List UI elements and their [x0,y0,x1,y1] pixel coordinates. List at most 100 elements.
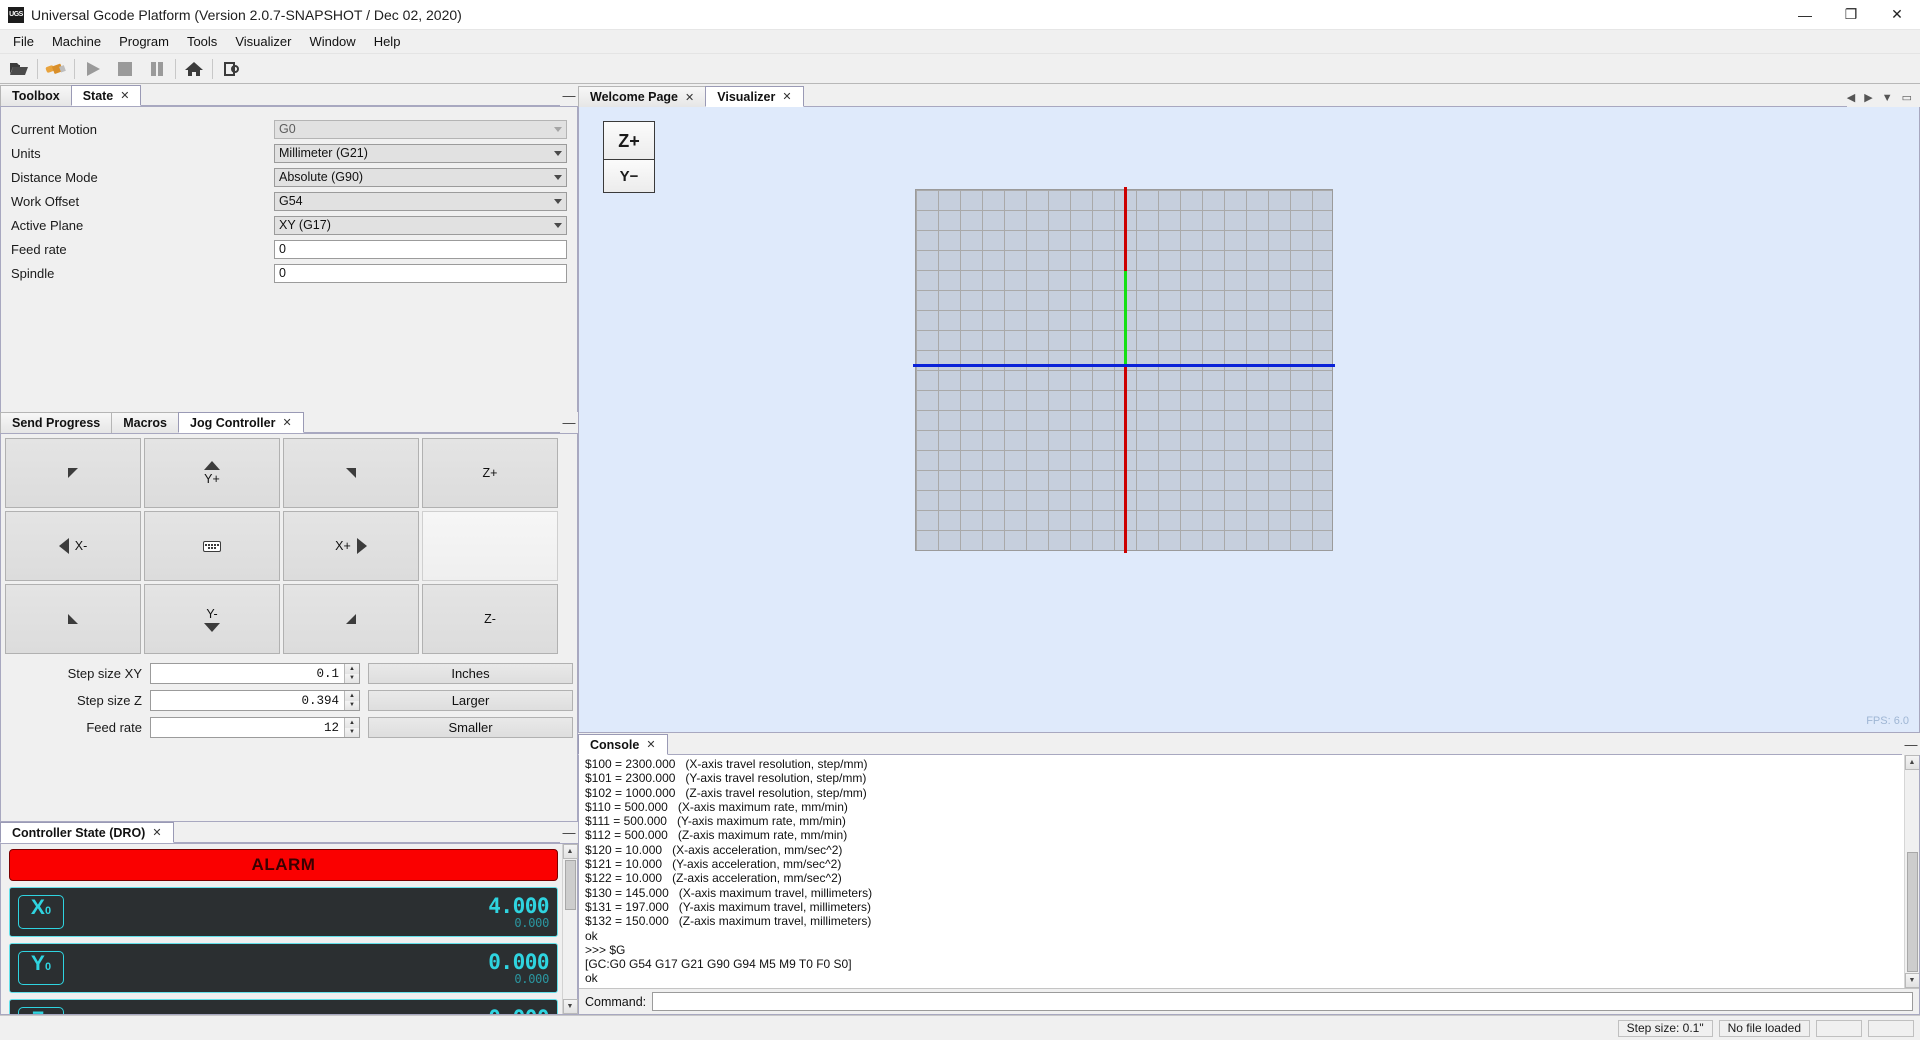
jog-yplus-label: Y+ [204,471,220,486]
status-badge: ALARM [9,849,558,881]
units-select[interactable]: Millimeter (G21) [274,143,567,163]
state-label-work-offset: Work Offset [11,193,80,209]
distance-mode-select[interactable]: Absolute (G90) [274,167,567,187]
jog-feed-rate-stepper[interactable]: ▲ ▼ [344,718,359,737]
jog-keyboard-button[interactable] [144,511,280,581]
open-file-icon[interactable] [3,55,35,83]
jog-xminus-yminus-button[interactable] [5,584,141,654]
unlock-icon[interactable] [215,55,247,83]
dro-scroll-track[interactable] [564,911,576,999]
tab-visualizer[interactable]: Visualizer ✕ [705,86,804,107]
state-feed-rate-input[interactable]: 0 [274,239,567,259]
menu-file[interactable]: File [4,31,43,52]
console-scroll-up-icon[interactable]: ▲ [1904,755,1919,770]
tab-jog-controller[interactable]: Jog Controller ✕ [178,412,304,433]
axis-orientation-cube[interactable]: Z+ Y− [603,121,663,193]
jog-xplus-yplus-button[interactable] [283,438,419,508]
jog-zminus-button[interactable]: Z- [422,584,558,654]
console-scroll-thumb[interactable] [1906,852,1918,972]
tab-scroll-left-icon[interactable]: ◀ [1847,91,1855,104]
jog-yplus-button[interactable]: Y+ [144,438,280,508]
dro-axis-x-machine: 0.000 [514,915,549,930]
tab-jog-controller-close-icon[interactable]: ✕ [282,416,291,429]
home-icon[interactable] [178,55,210,83]
step-size-xy-input[interactable]: 0.1 ▲ ▼ [150,663,360,684]
dro-scroll-down-icon[interactable]: ▼ [562,999,578,1014]
dro-scroll-up-icon[interactable]: ▲ [562,844,578,859]
work-offset-select[interactable]: G54 [274,191,567,211]
jog-xplus-button[interactable]: X+ [283,511,419,581]
visualizer-tabstrip: Welcome Page ✕ Visualizer ✕ ◀ ▶ ▼ ▭ [578,85,1920,107]
jog-xminus-button[interactable]: X- [5,511,141,581]
close-button[interactable]: ✕ [1874,0,1920,30]
menu-help[interactable]: Help [365,31,410,52]
dro-scroll-thumb[interactable] [564,860,576,910]
step-size-xy-stepper[interactable]: ▲ ▼ [344,664,359,683]
stop-icon[interactable] [109,55,141,83]
menu-window[interactable]: Window [300,31,364,52]
jog-zplus-button[interactable]: Z+ [422,438,558,508]
jog-xminus-yplus-button[interactable] [5,438,141,508]
tab-welcome-page-close-icon[interactable]: ✕ [685,91,694,104]
tab-list-icon[interactable]: ▼ [1882,92,1893,104]
command-input[interactable] [652,992,1913,1011]
state-row-work-offset: Work Offset G54 [11,189,567,213]
tab-visualizer-close-icon[interactable]: ✕ [782,90,791,103]
left-dock-column: Toolbox State ✕ — Current Motion G0 Unit… [0,85,578,1015]
maximize-button[interactable]: ❐ [1828,0,1874,30]
units-toggle-button[interactable]: Inches [368,663,573,684]
arrow-right-icon [356,538,367,554]
tab-welcome-page[interactable]: Welcome Page ✕ [578,86,707,107]
visualizer-canvas[interactable]: Z+ Y− FPS: 6.0 [578,107,1920,733]
corner-sw-icon [68,614,78,624]
smaller-button[interactable]: Smaller [368,717,573,738]
axis-cube-top-face[interactable]: Z+ [603,121,655,161]
step-size-z-input[interactable]: 0.394 ▲ ▼ [150,690,360,711]
dro-panel-minimize-button[interactable]: — [560,825,578,840]
jog-step-controls: Step size XY 0.1 ▲ ▼ Inches Step size Z 0… [5,662,573,739]
tab-macros[interactable]: Macros [111,412,180,433]
menu-tools[interactable]: Tools [178,31,226,52]
console-scroll-track-top[interactable] [1907,770,1918,851]
tab-scroll-right-icon[interactable]: ▶ [1864,91,1872,104]
console-output[interactable]: $100 = 2300.000 (X-axis travel resolutio… [579,755,1904,988]
state-panel-minimize-button[interactable]: — [560,88,578,103]
tab-state[interactable]: State ✕ [70,85,142,106]
jog-feed-rate-value: 12 [323,720,339,735]
tab-dro-close-icon[interactable]: ✕ [152,826,161,839]
tab-console[interactable]: Console ✕ [578,734,668,755]
command-label: Command: [585,994,647,1009]
state-spindle-input[interactable]: 0 [274,263,567,283]
step-size-z-row: Step size Z 0.394 ▲ ▼ Larger [5,689,573,712]
console-scroll-down-icon[interactable]: ▼ [1904,973,1919,988]
menu-machine[interactable]: Machine [43,31,110,52]
plugin-icon[interactable] [40,55,72,83]
console-panel-minimize-button[interactable]: — [1902,737,1920,752]
chevron-down-icon [554,126,562,132]
pause-icon[interactable] [141,55,173,83]
console-scrollbar[interactable]: ▲ ▼ [1904,755,1919,988]
tab-state-close-icon[interactable]: ✕ [120,89,129,102]
play-icon[interactable] [77,55,109,83]
menu-visualizer[interactable]: Visualizer [226,31,300,52]
larger-button[interactable]: Larger [368,690,573,711]
tab-toolbox[interactable]: Toolbox [0,85,72,106]
dro-axis-x-work: 4.000 [488,893,549,918]
axis-cube-bottom-face[interactable]: Y− [603,159,655,193]
dro-scrollbar[interactable]: ▲ ▼ [562,844,578,1014]
tab-console-close-icon[interactable]: ✕ [646,738,655,751]
menu-program[interactable]: Program [110,31,178,52]
jog-panel-minimize-button[interactable]: — [560,415,578,430]
active-plane-select[interactable]: XY (G17) [274,215,567,235]
step-size-z-stepper[interactable]: ▲ ▼ [344,691,359,710]
minimize-button[interactable]: — [1782,0,1828,30]
jog-xplus-yminus-button[interactable] [283,584,419,654]
tab-controller-state-dro[interactable]: Controller State (DRO) ✕ [0,822,174,843]
maximize-panel-icon[interactable]: ▭ [1902,91,1912,104]
arrow-up-icon [204,460,220,470]
jog-yminus-button[interactable]: Y- [144,584,280,654]
tab-send-progress[interactable]: Send Progress [0,412,113,433]
jog-panel-tabstrip: Send Progress Macros Jog Controller ✕ — [0,412,578,434]
jog-feed-rate-input[interactable]: 12 ▲ ▼ [150,717,360,738]
dro-axis-z-letter: Z [32,1008,45,1014]
